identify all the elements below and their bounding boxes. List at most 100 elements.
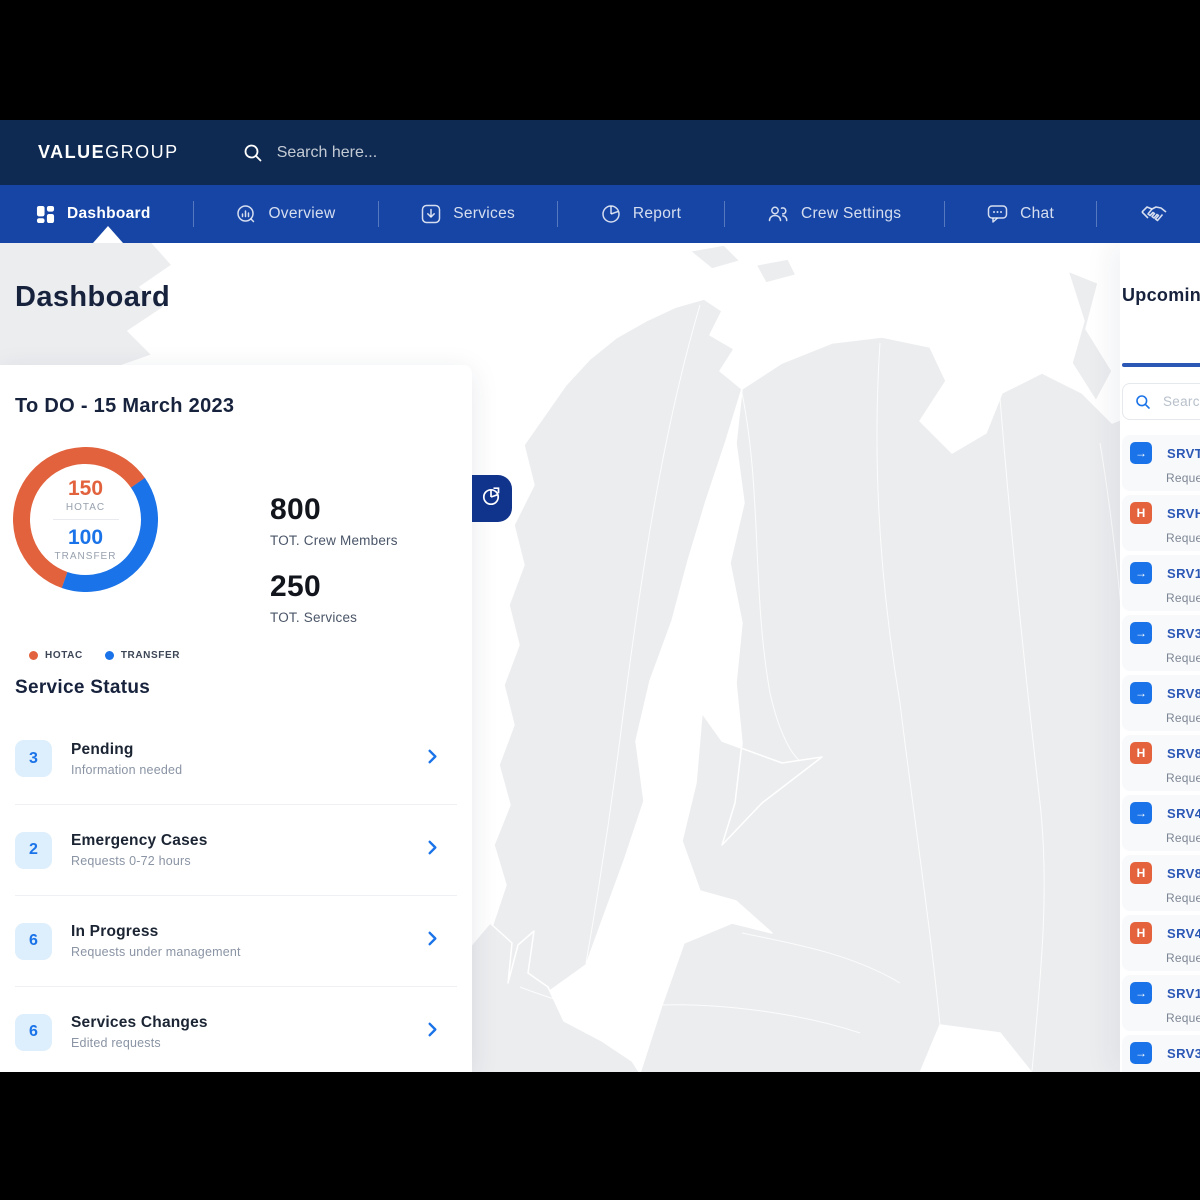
nav-divider bbox=[724, 201, 725, 227]
service-type-icon: → bbox=[1130, 1042, 1152, 1064]
service-code: SRV8H bbox=[1167, 866, 1200, 881]
nav-divider bbox=[378, 201, 379, 227]
nav-divider bbox=[1096, 201, 1097, 227]
status-count-badge: 6 bbox=[15, 923, 52, 960]
upcoming-list-item[interactable]: H SRV8H Reques bbox=[1122, 855, 1200, 911]
service-code: SRVH1 bbox=[1167, 506, 1200, 521]
service-subtitle: Reques bbox=[1166, 951, 1200, 965]
search-icon bbox=[1135, 394, 1151, 410]
overview-icon bbox=[236, 204, 256, 224]
nav-tab-chat[interactable]: Chat bbox=[987, 204, 1054, 224]
service-type-icon: H bbox=[1130, 742, 1152, 764]
brand-logo-bold: VALUE bbox=[38, 142, 105, 162]
status-subtitle: Edited requests bbox=[71, 1036, 208, 1050]
service-subtitle: Reques bbox=[1166, 891, 1200, 905]
service-code: SRV4H bbox=[1167, 926, 1200, 941]
service-code: SRV1T1 bbox=[1167, 566, 1200, 581]
nav-tab-report[interactable]: Report bbox=[601, 204, 681, 224]
nav-tab-label: Dashboard bbox=[67, 205, 151, 223]
transfer-caption: TRANSFER bbox=[55, 551, 117, 562]
handshake-icon bbox=[1140, 202, 1170, 226]
status-count-badge: 6 bbox=[15, 1014, 52, 1051]
nav-tab-label: Crew Settings bbox=[801, 205, 901, 223]
nav-tab-services[interactable]: Services bbox=[421, 204, 515, 224]
todo-donut-chart: 150 HOTAC 100 TRANSFER bbox=[13, 447, 158, 592]
todo-card: To DO - 15 March 2023 150 HOTAC 100 TRAN… bbox=[0, 365, 472, 1072]
upcoming-list-item[interactable]: H SRV4H Reques bbox=[1122, 915, 1200, 971]
service-code: SRV8H bbox=[1167, 746, 1200, 761]
brand-logo[interactable]: VALUEGROUP bbox=[38, 142, 179, 163]
service-status-row[interactable]: 3 Pending Information needed bbox=[15, 713, 457, 804]
nav-tab-handshake[interactable] bbox=[1140, 202, 1170, 226]
chart-panel-toggle-button[interactable] bbox=[472, 475, 512, 522]
transfer-count: 100 bbox=[68, 526, 103, 550]
service-type-icon: → bbox=[1130, 622, 1152, 644]
upcoming-list-item[interactable]: → SRV1T1 Reques bbox=[1122, 555, 1200, 611]
service-code: SRV3T1 bbox=[1167, 626, 1200, 641]
pie-chart-icon bbox=[481, 485, 503, 512]
nav-divider bbox=[193, 201, 194, 227]
chat-icon bbox=[987, 204, 1008, 224]
upcoming-list-item[interactable]: → SRV1T1 Reques bbox=[1122, 975, 1200, 1031]
nav-tab-dashboard[interactable]: Dashboard bbox=[36, 205, 151, 224]
upcoming-panel: Upcoming → SRVT1 Reques H bbox=[1120, 243, 1200, 1072]
service-subtitle: Reques bbox=[1166, 831, 1200, 845]
service-code: SRV3T1 bbox=[1167, 1046, 1200, 1061]
nav-divider bbox=[557, 201, 558, 227]
service-status-title: Service Status bbox=[15, 677, 457, 699]
service-status-row[interactable]: 2 Emergency Cases Requests 0-72 hours bbox=[15, 804, 457, 895]
service-subtitle: Reques bbox=[1166, 1011, 1200, 1025]
hotac-dot-icon bbox=[29, 651, 38, 660]
upcoming-list-item[interactable]: H SRV8H Reques bbox=[1122, 735, 1200, 791]
report-pie-icon bbox=[601, 204, 621, 224]
service-status-row[interactable]: 6 Services Changes Edited requests bbox=[15, 986, 457, 1072]
totals: 800 TOT. Crew Members 250 TOT. Services bbox=[270, 493, 398, 647]
service-code: SRV8T bbox=[1167, 686, 1200, 701]
status-count-badge: 3 bbox=[15, 740, 52, 777]
services-total-value: 250 bbox=[270, 570, 398, 604]
service-type-icon: → bbox=[1130, 682, 1152, 704]
service-type-icon: → bbox=[1130, 442, 1152, 464]
chevron-right-icon[interactable] bbox=[424, 839, 441, 861]
nav-divider bbox=[944, 201, 945, 227]
status-subtitle: Information needed bbox=[71, 763, 182, 777]
service-subtitle: Reques bbox=[1166, 471, 1200, 485]
service-status-list: 3 Pending Information needed 2 Emergency… bbox=[15, 713, 457, 1072]
service-subtitle: Reques bbox=[1166, 711, 1200, 725]
status-texts: Emergency Cases Requests 0-72 hours bbox=[71, 832, 208, 868]
service-type-icon: H bbox=[1130, 502, 1152, 524]
service-type-icon: → bbox=[1130, 802, 1152, 824]
upcoming-list-item[interactable]: → SRV4T Reques bbox=[1122, 795, 1200, 851]
crew-icon bbox=[767, 204, 789, 224]
nav-tab-crew-settings[interactable]: Crew Settings bbox=[767, 204, 901, 224]
global-search-input[interactable] bbox=[277, 144, 577, 162]
global-search[interactable] bbox=[243, 143, 577, 163]
chevron-right-icon[interactable] bbox=[424, 930, 441, 952]
legend-item-transfer: TRANSFER bbox=[105, 650, 180, 661]
crew-total-label: TOT. Crew Members bbox=[270, 533, 398, 548]
upcoming-list-item[interactable]: H SRVH1 Reques bbox=[1122, 495, 1200, 551]
chevron-right-icon[interactable] bbox=[424, 748, 441, 770]
upcoming-list-item[interactable]: → SRV8T Reques bbox=[1122, 675, 1200, 731]
upcoming-list-item[interactable]: → SRVT1 Reques bbox=[1122, 435, 1200, 491]
service-subtitle: Reques bbox=[1166, 651, 1200, 665]
chevron-right-icon[interactable] bbox=[424, 1021, 441, 1043]
letterbox-bottom bbox=[0, 1072, 1200, 1200]
status-count-badge: 2 bbox=[15, 832, 52, 869]
service-code: SRV4T bbox=[1167, 806, 1200, 821]
brand-logo-light: GROUP bbox=[105, 142, 179, 162]
active-tab-pointer bbox=[93, 226, 123, 243]
services-total-label: TOT. Services bbox=[270, 610, 398, 625]
upcoming-list-item[interactable]: → SRV3T1 Reques bbox=[1122, 615, 1200, 671]
service-status-row[interactable]: 6 In Progress Requests under management bbox=[15, 895, 457, 986]
nav-tab-overview[interactable]: Overview bbox=[236, 204, 335, 224]
letterbox-top bbox=[0, 0, 1200, 120]
status-subtitle: Requests 0-72 hours bbox=[71, 854, 208, 868]
service-type-icon: → bbox=[1130, 562, 1152, 584]
upcoming-list-item[interactable]: → SRV3T1 Reques bbox=[1122, 1035, 1200, 1072]
status-title: Emergency Cases bbox=[71, 832, 208, 850]
legend-item-hotac: HOTAC bbox=[29, 650, 83, 661]
crew-total-value: 800 bbox=[270, 493, 398, 527]
upcoming-search-input[interactable] bbox=[1163, 394, 1200, 409]
upcoming-search[interactable] bbox=[1122, 383, 1200, 420]
